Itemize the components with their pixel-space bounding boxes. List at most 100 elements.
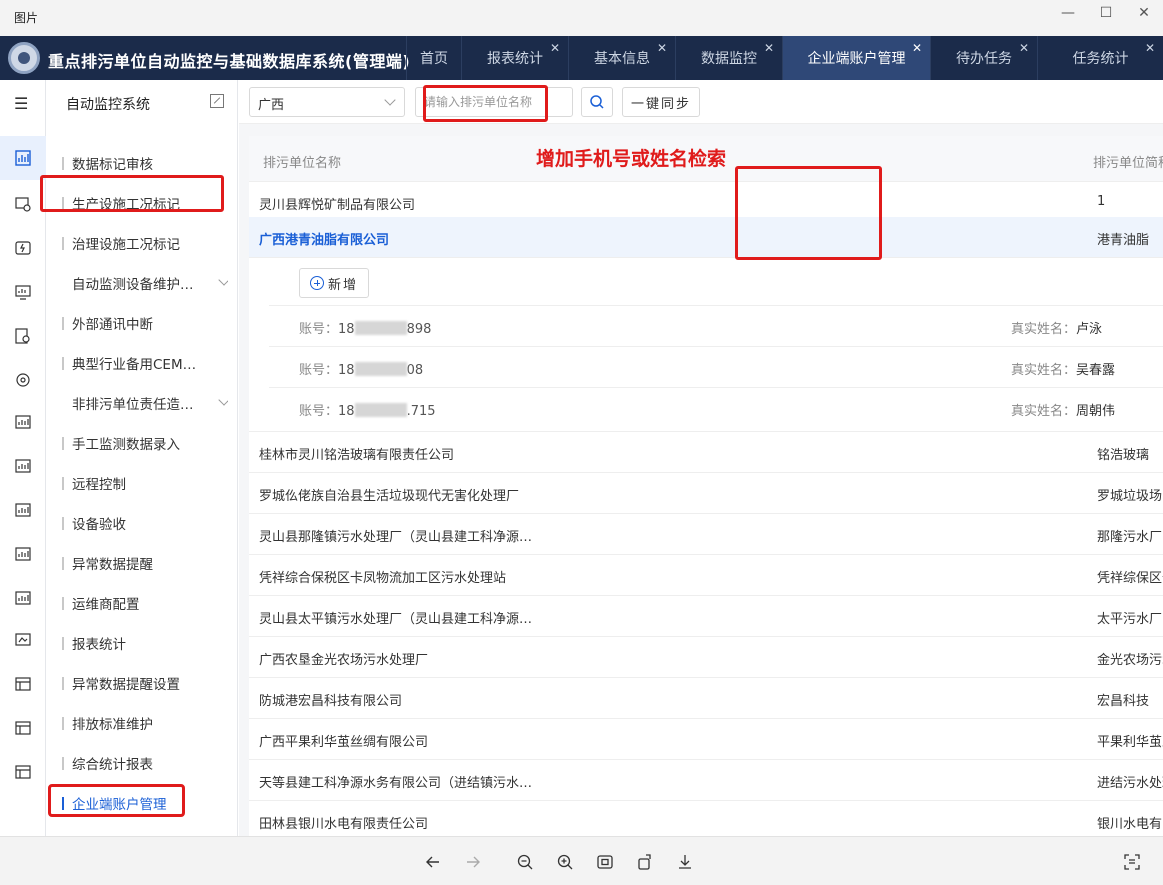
table-row[interactable]: 天等县建工科净源水务有限公司（进结镇污水… 进结污水处理 bbox=[249, 760, 1163, 801]
table-row[interactable]: 桂林市灵川铭浩玻璃有限责任公司 铭浩玻璃 bbox=[249, 432, 1163, 473]
tab-report-stats[interactable]: 报表统计 ✕ bbox=[461, 36, 568, 80]
item-marker bbox=[62, 516, 64, 530]
sidebar-item[interactable]: 设备验收 bbox=[62, 511, 228, 535]
rail-bar-icon[interactable] bbox=[11, 542, 35, 566]
sidebar-item[interactable]: 报表统计 bbox=[62, 631, 228, 655]
rail-target-icon[interactable] bbox=[11, 368, 35, 392]
sidebar-item[interactable]: 远程控制 bbox=[62, 471, 228, 495]
rail-screen-icon[interactable] bbox=[11, 628, 35, 652]
rail-monitor-icon[interactable] bbox=[11, 280, 35, 304]
table-row-expanded[interactable]: 广西港青油脂有限公司 港青油脂 bbox=[249, 217, 1163, 258]
tab-home[interactable]: 首页 bbox=[406, 36, 461, 80]
tab-close-icon[interactable]: ✕ bbox=[550, 41, 560, 55]
sidebar-item[interactable]: 异常数据提醒 bbox=[62, 551, 228, 575]
ocr-icon[interactable] bbox=[1121, 851, 1143, 873]
maximize-button[interactable]: ☐ bbox=[1087, 0, 1125, 26]
tab-task-stats[interactable]: 任务统计 ✕ bbox=[1037, 36, 1163, 80]
sidebar-item-label: 远程控制 bbox=[72, 477, 126, 493]
close-button[interactable]: ✕ bbox=[1125, 0, 1163, 26]
table-row[interactable]: 罗城仫佬族自治县生活垃圾现代无害化处理厂 罗城垃圾场 bbox=[249, 473, 1163, 514]
table-row[interactable]: 凭祥综合保税区卡凤物流加工区污水处理站 凭祥综保区卡 bbox=[249, 555, 1163, 596]
table-row[interactable]: 灵山县太平镇污水处理厂（灵山县建工科净源… 太平污水厂 bbox=[249, 596, 1163, 637]
sidebar-item-label: 自动监测设备维护… bbox=[72, 277, 194, 293]
rail-bar-icon[interactable] bbox=[11, 586, 35, 610]
tab-label: 企业端账户管理 bbox=[807, 51, 906, 67]
search-button[interactable] bbox=[581, 87, 613, 117]
real-name-label: 真实姓名： bbox=[1011, 322, 1077, 337]
tab-label: 数据监控 bbox=[701, 51, 757, 67]
tab-close-icon[interactable]: ✕ bbox=[1145, 41, 1155, 55]
account-suffix: .715 bbox=[406, 404, 436, 419]
tab-close-icon[interactable]: ✕ bbox=[912, 41, 922, 55]
sidebar-title: 自动监控系统 bbox=[66, 97, 150, 113]
arrow-right-icon[interactable] bbox=[462, 851, 484, 873]
tab-close-icon[interactable]: ✕ bbox=[764, 41, 774, 55]
account-prefix: 18 bbox=[338, 322, 355, 337]
rail-bar-icon[interactable] bbox=[11, 454, 35, 478]
sidebar-item-label: 典型行业备用CEM… bbox=[72, 357, 197, 373]
company-name: 广西农垦金光农场污水处理厂 bbox=[259, 653, 429, 668]
tab-basic-info[interactable]: 基本信息 ✕ bbox=[568, 36, 675, 80]
sidebar-item[interactable]: 治理设施工况标记 bbox=[62, 231, 228, 255]
search-icon bbox=[590, 95, 604, 109]
rail-search-doc-icon[interactable] bbox=[11, 324, 35, 348]
sidebar-item[interactable]: 数据标记审核 bbox=[62, 151, 228, 175]
sidebar-item[interactable]: 排放标准维护 bbox=[62, 711, 228, 735]
sidebar-item[interactable]: 综合统计报表 bbox=[62, 751, 228, 775]
sidebar-item[interactable]: 异常数据提醒设置 bbox=[62, 671, 228, 695]
rail-bar-icon[interactable] bbox=[11, 498, 35, 522]
collapse-icon[interactable] bbox=[210, 94, 224, 108]
region-select[interactable]: 广西 bbox=[249, 87, 405, 117]
column-header-name: 排污单位名称 bbox=[263, 156, 342, 171]
sync-button[interactable]: 一键同步 bbox=[622, 87, 700, 117]
company-name: 罗城仫佬族自治县生活垃圾现代无害化处理厂 bbox=[259, 489, 520, 504]
sidebar-item[interactable]: 自动监测设备维护… bbox=[62, 271, 228, 295]
item-marker bbox=[62, 716, 64, 730]
tab-close-icon[interactable]: ✕ bbox=[657, 41, 667, 55]
rail-table-icon[interactable] bbox=[11, 716, 35, 740]
real-name-value: 周朝伟 bbox=[1076, 404, 1116, 419]
tab-close-icon[interactable]: ✕ bbox=[1019, 41, 1029, 55]
sidebar-item[interactable]: 手工监测数据录入 bbox=[62, 431, 228, 455]
tab-todo[interactable]: 待办任务 ✕ bbox=[930, 36, 1037, 80]
zoom-in-icon[interactable] bbox=[554, 851, 576, 873]
table-row[interactable]: 田林县银川水电有限责任公司 银川水电有限 bbox=[249, 801, 1163, 836]
tab-data-monitor[interactable]: 数据监控 ✕ bbox=[675, 36, 782, 80]
sidebar-item-label: 异常数据提醒设置 bbox=[72, 677, 180, 693]
add-account-button[interactable]: 新增 bbox=[299, 268, 369, 298]
minimize-button[interactable]: — bbox=[1049, 0, 1087, 26]
region-value: 广西 bbox=[258, 98, 285, 113]
table-row[interactable]: 广西农垦金光农场污水处理厂 金光农场污水 bbox=[249, 637, 1163, 678]
arrow-left-icon[interactable] bbox=[422, 851, 444, 873]
rail-settings-icon[interactable] bbox=[11, 192, 35, 216]
window-title: 图片 bbox=[14, 11, 39, 25]
rail-table-icon[interactable] bbox=[11, 760, 35, 784]
company-name: 凭祥综合保税区卡凤物流加工区污水处理站 bbox=[259, 571, 507, 586]
company-name: 灵川县辉悦矿制品有限公司 bbox=[259, 198, 416, 213]
zoom-out-icon[interactable] bbox=[514, 851, 536, 873]
item-marker bbox=[62, 397, 64, 410]
rail-table-icon[interactable] bbox=[11, 672, 35, 696]
tab-enterprise-accounts[interactable]: 企业端账户管理 ✕ bbox=[782, 36, 930, 80]
menu-icon[interactable]: ☰ bbox=[14, 94, 28, 113]
sidebar-item[interactable]: 外部通讯中断 bbox=[62, 311, 228, 335]
highlight-box bbox=[735, 166, 882, 260]
sidebar-item[interactable]: 典型行业备用CEM… bbox=[62, 351, 228, 375]
real-name-field: 真实姓名：吴春露 bbox=[1011, 359, 1115, 378]
rail-chart-icon[interactable] bbox=[0, 136, 46, 180]
sidebar-item-label: 外部通讯中断 bbox=[72, 317, 153, 333]
table-row[interactable]: 防城港宏昌科技有限公司 宏昌科技 bbox=[249, 678, 1163, 719]
rail-power-icon[interactable] bbox=[11, 236, 35, 260]
table-row[interactable]: 广西平果利华茧丝绸有限公司 平果利华茧丝 bbox=[249, 719, 1163, 760]
rotate-icon[interactable] bbox=[634, 851, 656, 873]
table-header: 排污单位名称 增加手机号或姓名检索 排污单位简称 bbox=[249, 136, 1163, 182]
company-short: 那隆污水厂 bbox=[1097, 530, 1163, 545]
fit-icon[interactable] bbox=[594, 851, 616, 873]
table-row[interactable]: 灵山县那隆镇污水处理厂（灵山县建工科净源… 那隆污水厂 bbox=[249, 514, 1163, 555]
sidebar-item[interactable]: 运维商配置 bbox=[62, 591, 228, 615]
download-icon[interactable] bbox=[674, 851, 696, 873]
image-viewer-toolbar bbox=[0, 836, 1163, 885]
company-name: 广西港青油脂有限公司 bbox=[259, 233, 390, 248]
rail-bar-icon[interactable] bbox=[11, 410, 35, 434]
sidebar-item[interactable]: 非排污单位责任造… bbox=[62, 391, 228, 415]
